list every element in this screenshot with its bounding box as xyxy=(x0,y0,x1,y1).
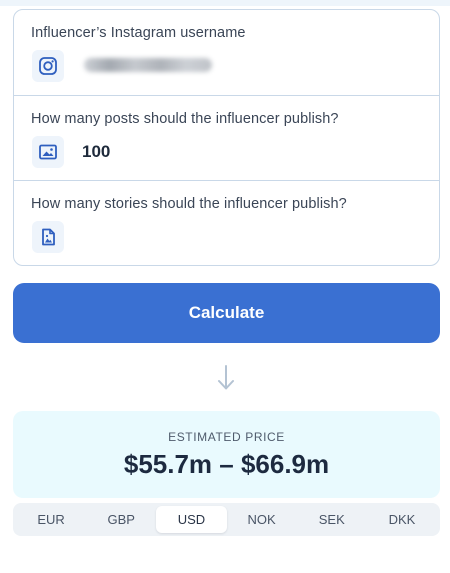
estimated-price-value: $55.7m – $66.9m xyxy=(123,449,330,479)
currency-option-nok[interactable]: NOK xyxy=(227,506,297,533)
story-file-icon xyxy=(32,221,64,253)
currency-option-sek[interactable]: SEK xyxy=(297,506,367,533)
currency-selector: EUR GBP USD NOK SEK DKK xyxy=(13,503,440,536)
stories-field: How many stories should the influencer p… xyxy=(14,181,439,265)
username-label: Influencer’s Instagram username xyxy=(31,25,246,41)
influencer-form: Influencer’s Instagram username How many… xyxy=(13,9,440,266)
instagram-icon xyxy=(32,50,64,82)
currency-option-eur[interactable]: EUR xyxy=(16,506,86,533)
posts-field: How many posts should the influencer pub… xyxy=(14,96,439,181)
arrow-down-icon xyxy=(218,365,234,390)
posts-label: How many posts should the influencer pub… xyxy=(31,110,339,127)
posts-input[interactable]: 100 xyxy=(82,142,110,162)
username-input[interactable] xyxy=(84,58,212,72)
estimated-price-panel: ESTIMATED PRICE $55.7m – $66.9m xyxy=(13,411,440,498)
top-strip xyxy=(0,0,450,6)
currency-option-gbp[interactable]: GBP xyxy=(86,506,156,533)
image-icon xyxy=(32,135,64,168)
stories-label: How many stories should the influencer p… xyxy=(31,196,347,212)
estimated-price-label: ESTIMATED PRICE xyxy=(168,430,285,444)
currency-option-dkk[interactable]: DKK xyxy=(367,506,437,533)
currency-option-usd[interactable]: USD xyxy=(156,506,227,533)
calculate-button[interactable]: Calculate xyxy=(13,283,440,343)
username-field: Influencer’s Instagram username xyxy=(14,10,439,96)
